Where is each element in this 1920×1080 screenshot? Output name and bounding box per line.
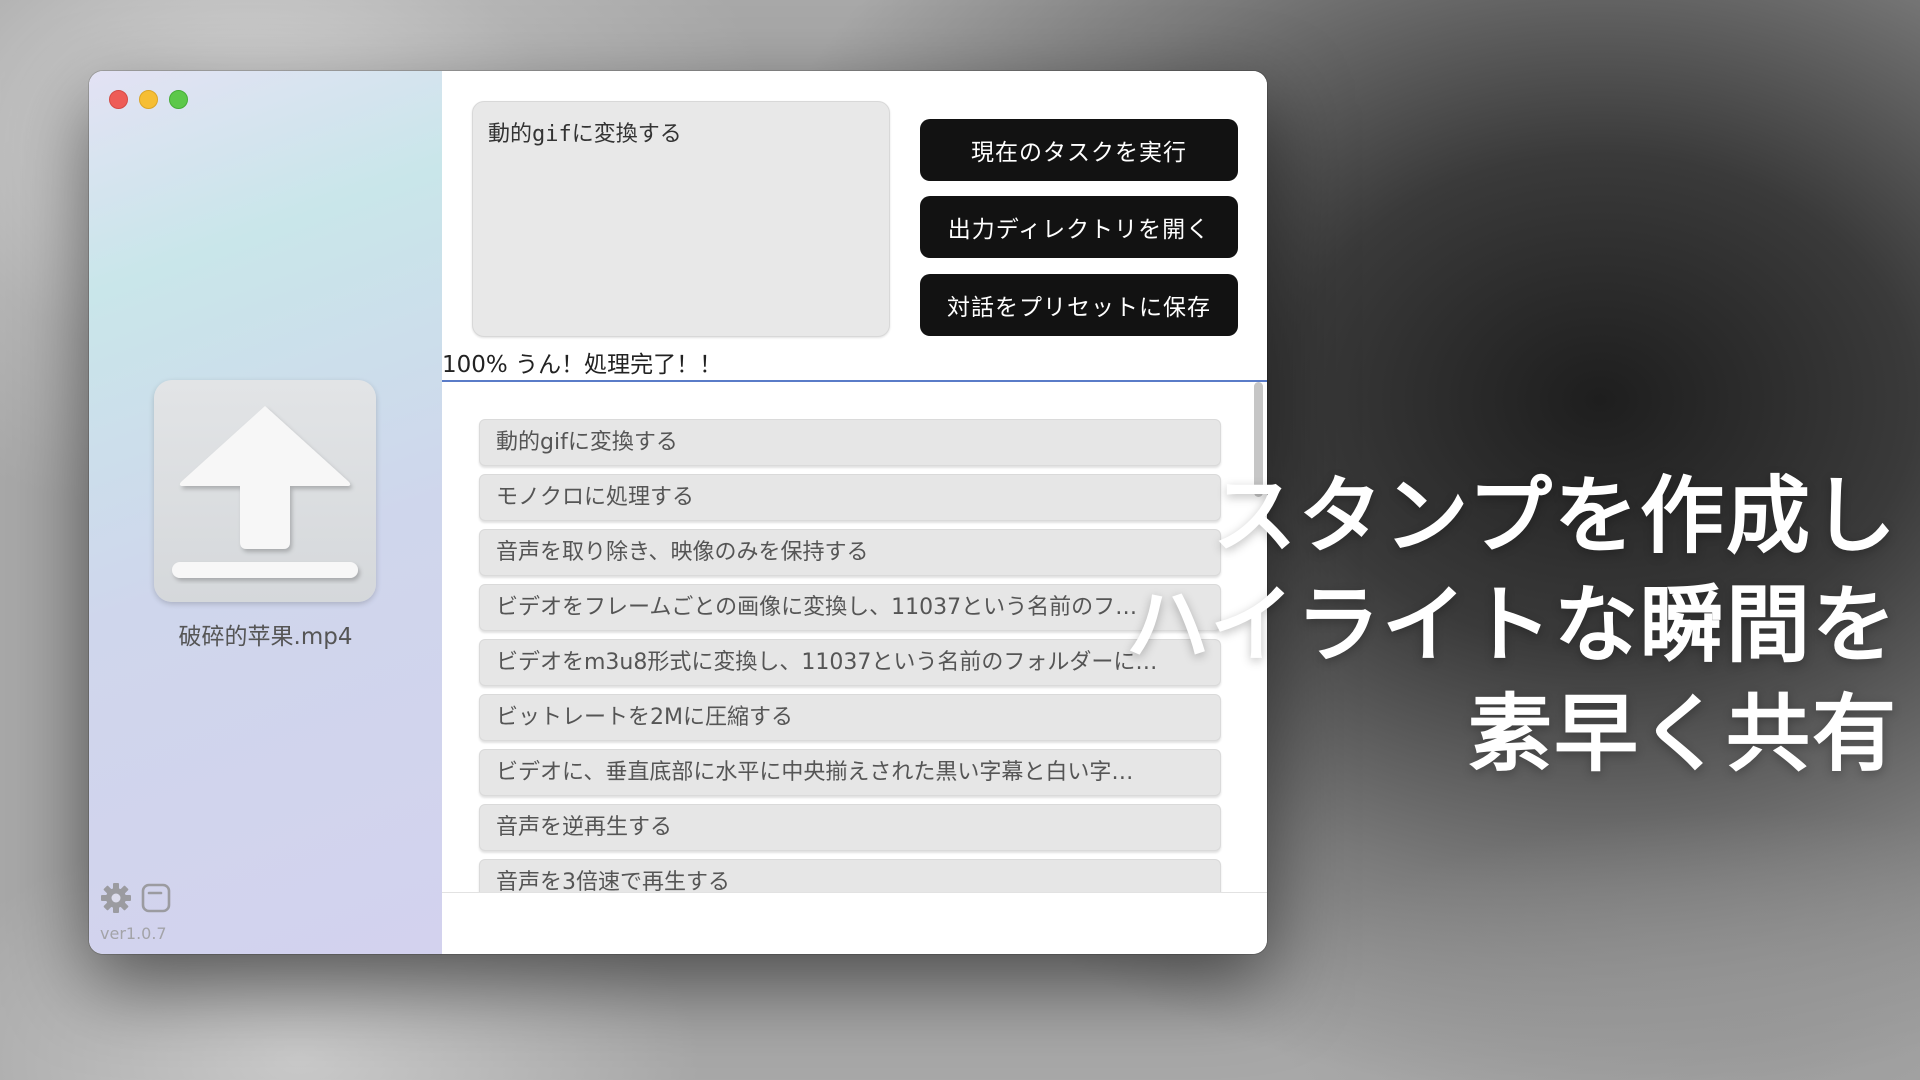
preset-list-item[interactable]: ビデオに、垂直底部に水平に中央揃えされた黒い字幕と白い字… — [479, 749, 1221, 796]
close-window-button[interactable] — [109, 90, 128, 109]
status-text: 100% うん！処理完了！！ — [442, 352, 723, 378]
run-task-button[interactable]: 現在のタスクを実行 — [920, 119, 1238, 181]
preset-list-item[interactable]: モノクロに処理する — [479, 474, 1221, 521]
preset-list-item[interactable]: 音声を取り除き、映像のみを保持する — [479, 529, 1221, 576]
headline-line-1: スタンプを作成し — [1212, 467, 1898, 565]
window-icon[interactable] — [140, 882, 172, 914]
preset-list-item[interactable]: ビットレートを2Mに圧縮する — [479, 694, 1221, 741]
preset-list: 動的gifに変換する モノクロに処理する 音声を取り除き、映像のみを保持する ビデオを… — [479, 419, 1221, 892]
preset-list-item[interactable]: ビデオをm3u8形式に変換し、11037という名前のフォルダーに… — [479, 639, 1221, 686]
headline-line-2: ハイライトな瞬間を — [1125, 576, 1898, 674]
sidebar: 破碎的苹果.mp4 ver1.0.7 — [89, 71, 442, 954]
save-preset-button[interactable]: 対話をプリセットに保存 — [920, 274, 1238, 336]
open-output-dir-button[interactable]: 出力ディレクトリを開く — [920, 196, 1238, 258]
preset-list-item[interactable]: 音声を逆再生する — [479, 804, 1221, 851]
preset-list-item[interactable]: ビデオをフレームごとの画像に変換し、11037という名前のフ… — [479, 584, 1221, 631]
app-window: 破碎的苹果.mp4 ver1.0.7 動的gifに変換する 現在のタスクを実行 … — [89, 71, 1267, 954]
version-label: ver1.0.7 — [100, 924, 167, 943]
preset-list-item[interactable]: 動的gifに変換する — [479, 419, 1221, 466]
file-drop-zone[interactable] — [154, 380, 376, 602]
headline-line-3: 素早く共有 — [1467, 685, 1898, 783]
maximize-window-button[interactable] — [169, 90, 188, 109]
window-controls — [109, 90, 188, 109]
file-name-label: 破碎的苹果.mp4 — [178, 624, 353, 650]
preset-list-item[interactable]: 音声を3倍速で再生する — [479, 859, 1221, 892]
upload-icon — [172, 406, 358, 578]
minimize-window-button[interactable] — [139, 90, 158, 109]
promo-headline: スタンプを作成し ハイライトな瞬間を 素早く共有 — [1126, 462, 1898, 789]
gear-icon[interactable] — [100, 882, 132, 914]
prompt-input[interactable]: 動的gifに変換する — [472, 101, 890, 337]
sidebar-toolbar — [100, 882, 172, 914]
list-divider — [442, 892, 1267, 893]
